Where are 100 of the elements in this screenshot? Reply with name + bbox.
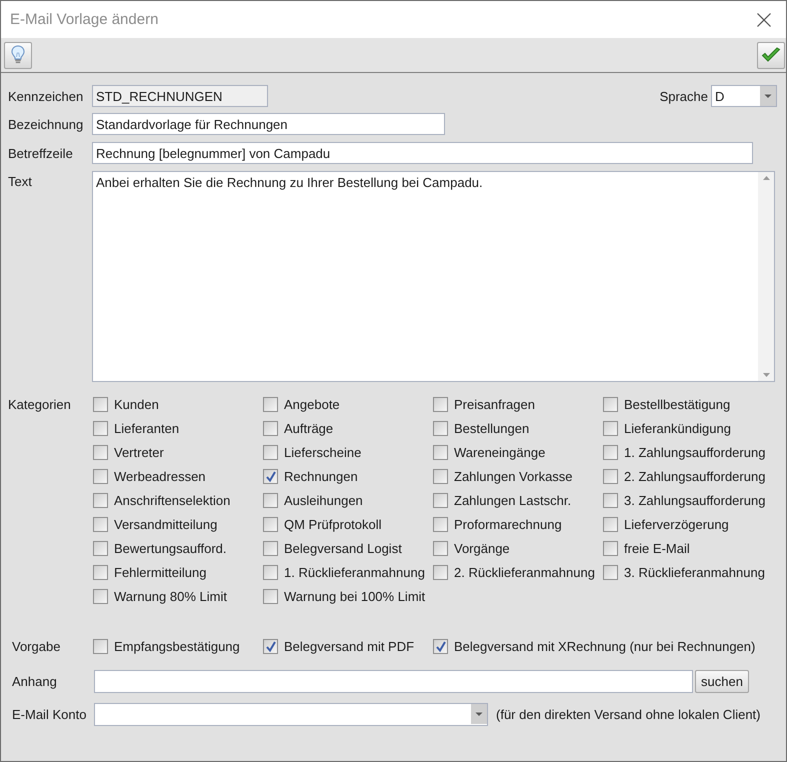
checkbox[interactable]: [433, 444, 448, 460]
close-icon[interactable]: [757, 12, 771, 26]
input-field[interactable]: [94, 670, 693, 693]
checkbox-label[interactable]: Rechnungen: [284, 468, 358, 484]
checkbox[interactable]: [433, 564, 448, 580]
checkbox[interactable]: [93, 540, 108, 556]
checkbox-label[interactable]: Bestellungen: [454, 420, 530, 436]
checkbox-label[interactable]: 3. Zahlungsaufforderung: [624, 492, 766, 508]
checkbox[interactable]: [433, 638, 448, 654]
checkbox-label[interactable]: QM Prüfprotokoll: [284, 516, 382, 532]
checkbox-label[interactable]: Wareneingänge: [454, 444, 546, 460]
checkbox[interactable]: [93, 516, 108, 532]
checkbox-label[interactable]: 1. Zahlungsaufforderung: [624, 444, 766, 460]
checkbox-label[interactable]: Belegversand Logist: [284, 540, 402, 556]
checkbox[interactable]: [603, 516, 618, 532]
text-area[interactable]: Anbei erhalten Sie die Rechnung zu Ihrer Bestellung bei Campadu.: [92, 171, 775, 382]
checkbox-label[interactable]: Warnung 80% Limit: [114, 588, 227, 604]
checkmark-icon: [266, 640, 276, 652]
checkbox-label[interactable]: Bewertungsaufford.: [114, 540, 226, 556]
checkbox-label[interactable]: Lieferanten: [114, 420, 180, 436]
checkbox[interactable]: [93, 564, 108, 580]
checkbox-label[interactable]: Ausleihungen: [284, 492, 363, 508]
field-label: Sprache: [660, 88, 708, 104]
checkbox-label[interactable]: 3. Rücklieferanmahnung: [624, 564, 765, 580]
lightbulb-icon: [11, 45, 25, 65]
checkbox[interactable]: [433, 516, 448, 532]
window-title: E-Mail Vorlage ändern: [10, 11, 158, 28]
hint-button[interactable]: [4, 42, 32, 68]
checkbox[interactable]: [603, 492, 618, 508]
checkbox[interactable]: [603, 540, 618, 556]
checkbox[interactable]: [263, 396, 278, 412]
scroll-down-icon[interactable]: [762, 373, 770, 377]
checkbox[interactable]: [433, 492, 448, 508]
checkmark-icon: [266, 470, 276, 482]
checkbox[interactable]: [433, 540, 448, 556]
checkbox[interactable]: [603, 564, 618, 580]
checkbox[interactable]: [263, 540, 278, 556]
checkbox-label[interactable]: Lieferscheine: [284, 444, 362, 460]
checkbox[interactable]: [263, 468, 278, 484]
checkbox[interactable]: [433, 420, 448, 436]
checkbox-label[interactable]: 2. Rücklieferanmahnung: [454, 564, 595, 580]
checkbox-label[interactable]: Lieferverzögerung: [624, 516, 729, 532]
scrollbar[interactable]: [758, 172, 774, 381]
field-label: Betreffzeile: [8, 146, 74, 160]
checkbox[interactable]: [263, 444, 278, 460]
checkbox[interactable]: [603, 468, 618, 484]
checkbox-label[interactable]: Fehlermitteilung: [114, 564, 206, 580]
text-field[interactable]: STD_RECHNUNGEN: [92, 85, 268, 107]
checkbox-label[interactable]: 2. Zahlungsaufforderung: [624, 468, 766, 484]
checkbox-label[interactable]: freie E-Mail: [624, 540, 690, 556]
account-dropdown[interactable]: [94, 703, 488, 726]
scroll-up-icon[interactable]: [762, 176, 770, 180]
checkbox[interactable]: [603, 420, 618, 436]
checkbox-label[interactable]: Zahlungen Vorkasse: [454, 468, 573, 484]
checkbox[interactable]: [93, 420, 108, 436]
checkbox-label[interactable]: 1. Rücklieferanmahnung: [284, 564, 425, 580]
section-label: Kategorien: [8, 396, 72, 414]
checkbox[interactable]: [603, 444, 618, 460]
checkbox-label[interactable]: Angebote: [284, 396, 340, 412]
checkbox[interactable]: [93, 444, 108, 460]
checkbox[interactable]: [603, 396, 618, 412]
checkbox-label[interactable]: Belegversand mit XRechnung (nur bei Rechnungen): [454, 638, 756, 654]
checkbox[interactable]: [93, 588, 108, 604]
checkbox[interactable]: [263, 492, 278, 508]
checkbox-label[interactable]: Lieferankündigung: [624, 420, 731, 436]
language-dropdown[interactable]: D: [711, 85, 777, 107]
search-button[interactable]: suchen: [695, 670, 749, 693]
checkbox[interactable]: [263, 564, 278, 580]
checkbox[interactable]: [263, 638, 278, 654]
section-label: Vorgabe: [12, 638, 62, 654]
checkbox-label[interactable]: Bestellbestätigung: [624, 396, 730, 412]
checkbox-label[interactable]: Kunden: [114, 396, 159, 412]
checkbox-label[interactable]: Proformarechnung: [454, 516, 562, 532]
checkbox-label[interactable]: Preisanfragen: [454, 396, 535, 412]
checkbox-label[interactable]: Aufträge: [284, 420, 334, 436]
checkbox[interactable]: [433, 468, 448, 484]
checkbox[interactable]: [263, 588, 278, 604]
text-field[interactable]: Standardvorlage für Rechnungen: [92, 113, 445, 135]
checkbox-label[interactable]: Zahlungen Lastschr.: [454, 492, 572, 508]
caret-icon[interactable]: [760, 86, 776, 106]
checkbox[interactable]: [433, 396, 448, 412]
field-label: E-Mail Konto: [12, 707, 88, 722]
checkbox-label[interactable]: Vertreter: [114, 444, 164, 460]
confirm-button[interactable]: [757, 42, 785, 68]
checkbox[interactable]: [93, 492, 108, 508]
text-field[interactable]: Rechnung [belegnummer] von Campadu: [92, 142, 753, 164]
checkbox-label[interactable]: Anschriftenselektion: [114, 492, 230, 508]
checkbox-label[interactable]: Belegversand mit PDF: [284, 638, 414, 654]
checkbox-label[interactable]: Vorgänge: [454, 540, 510, 556]
checkbox[interactable]: [93, 396, 108, 412]
checkbox-label[interactable]: Werbeadressen: [114, 468, 206, 484]
checkbox-label[interactable]: Versandmitteilung: [114, 516, 218, 532]
caret-icon[interactable]: [471, 704, 487, 724]
field-label: Kennzeichen: [8, 88, 84, 104]
checkbox-label[interactable]: Warnung bei 100% Limit: [284, 588, 426, 604]
checkbox-label[interactable]: Empfangsbestätigung: [114, 638, 240, 654]
checkbox[interactable]: [263, 516, 278, 532]
checkbox[interactable]: [93, 468, 108, 484]
checkbox[interactable]: [263, 420, 278, 436]
checkbox[interactable]: [93, 638, 108, 654]
